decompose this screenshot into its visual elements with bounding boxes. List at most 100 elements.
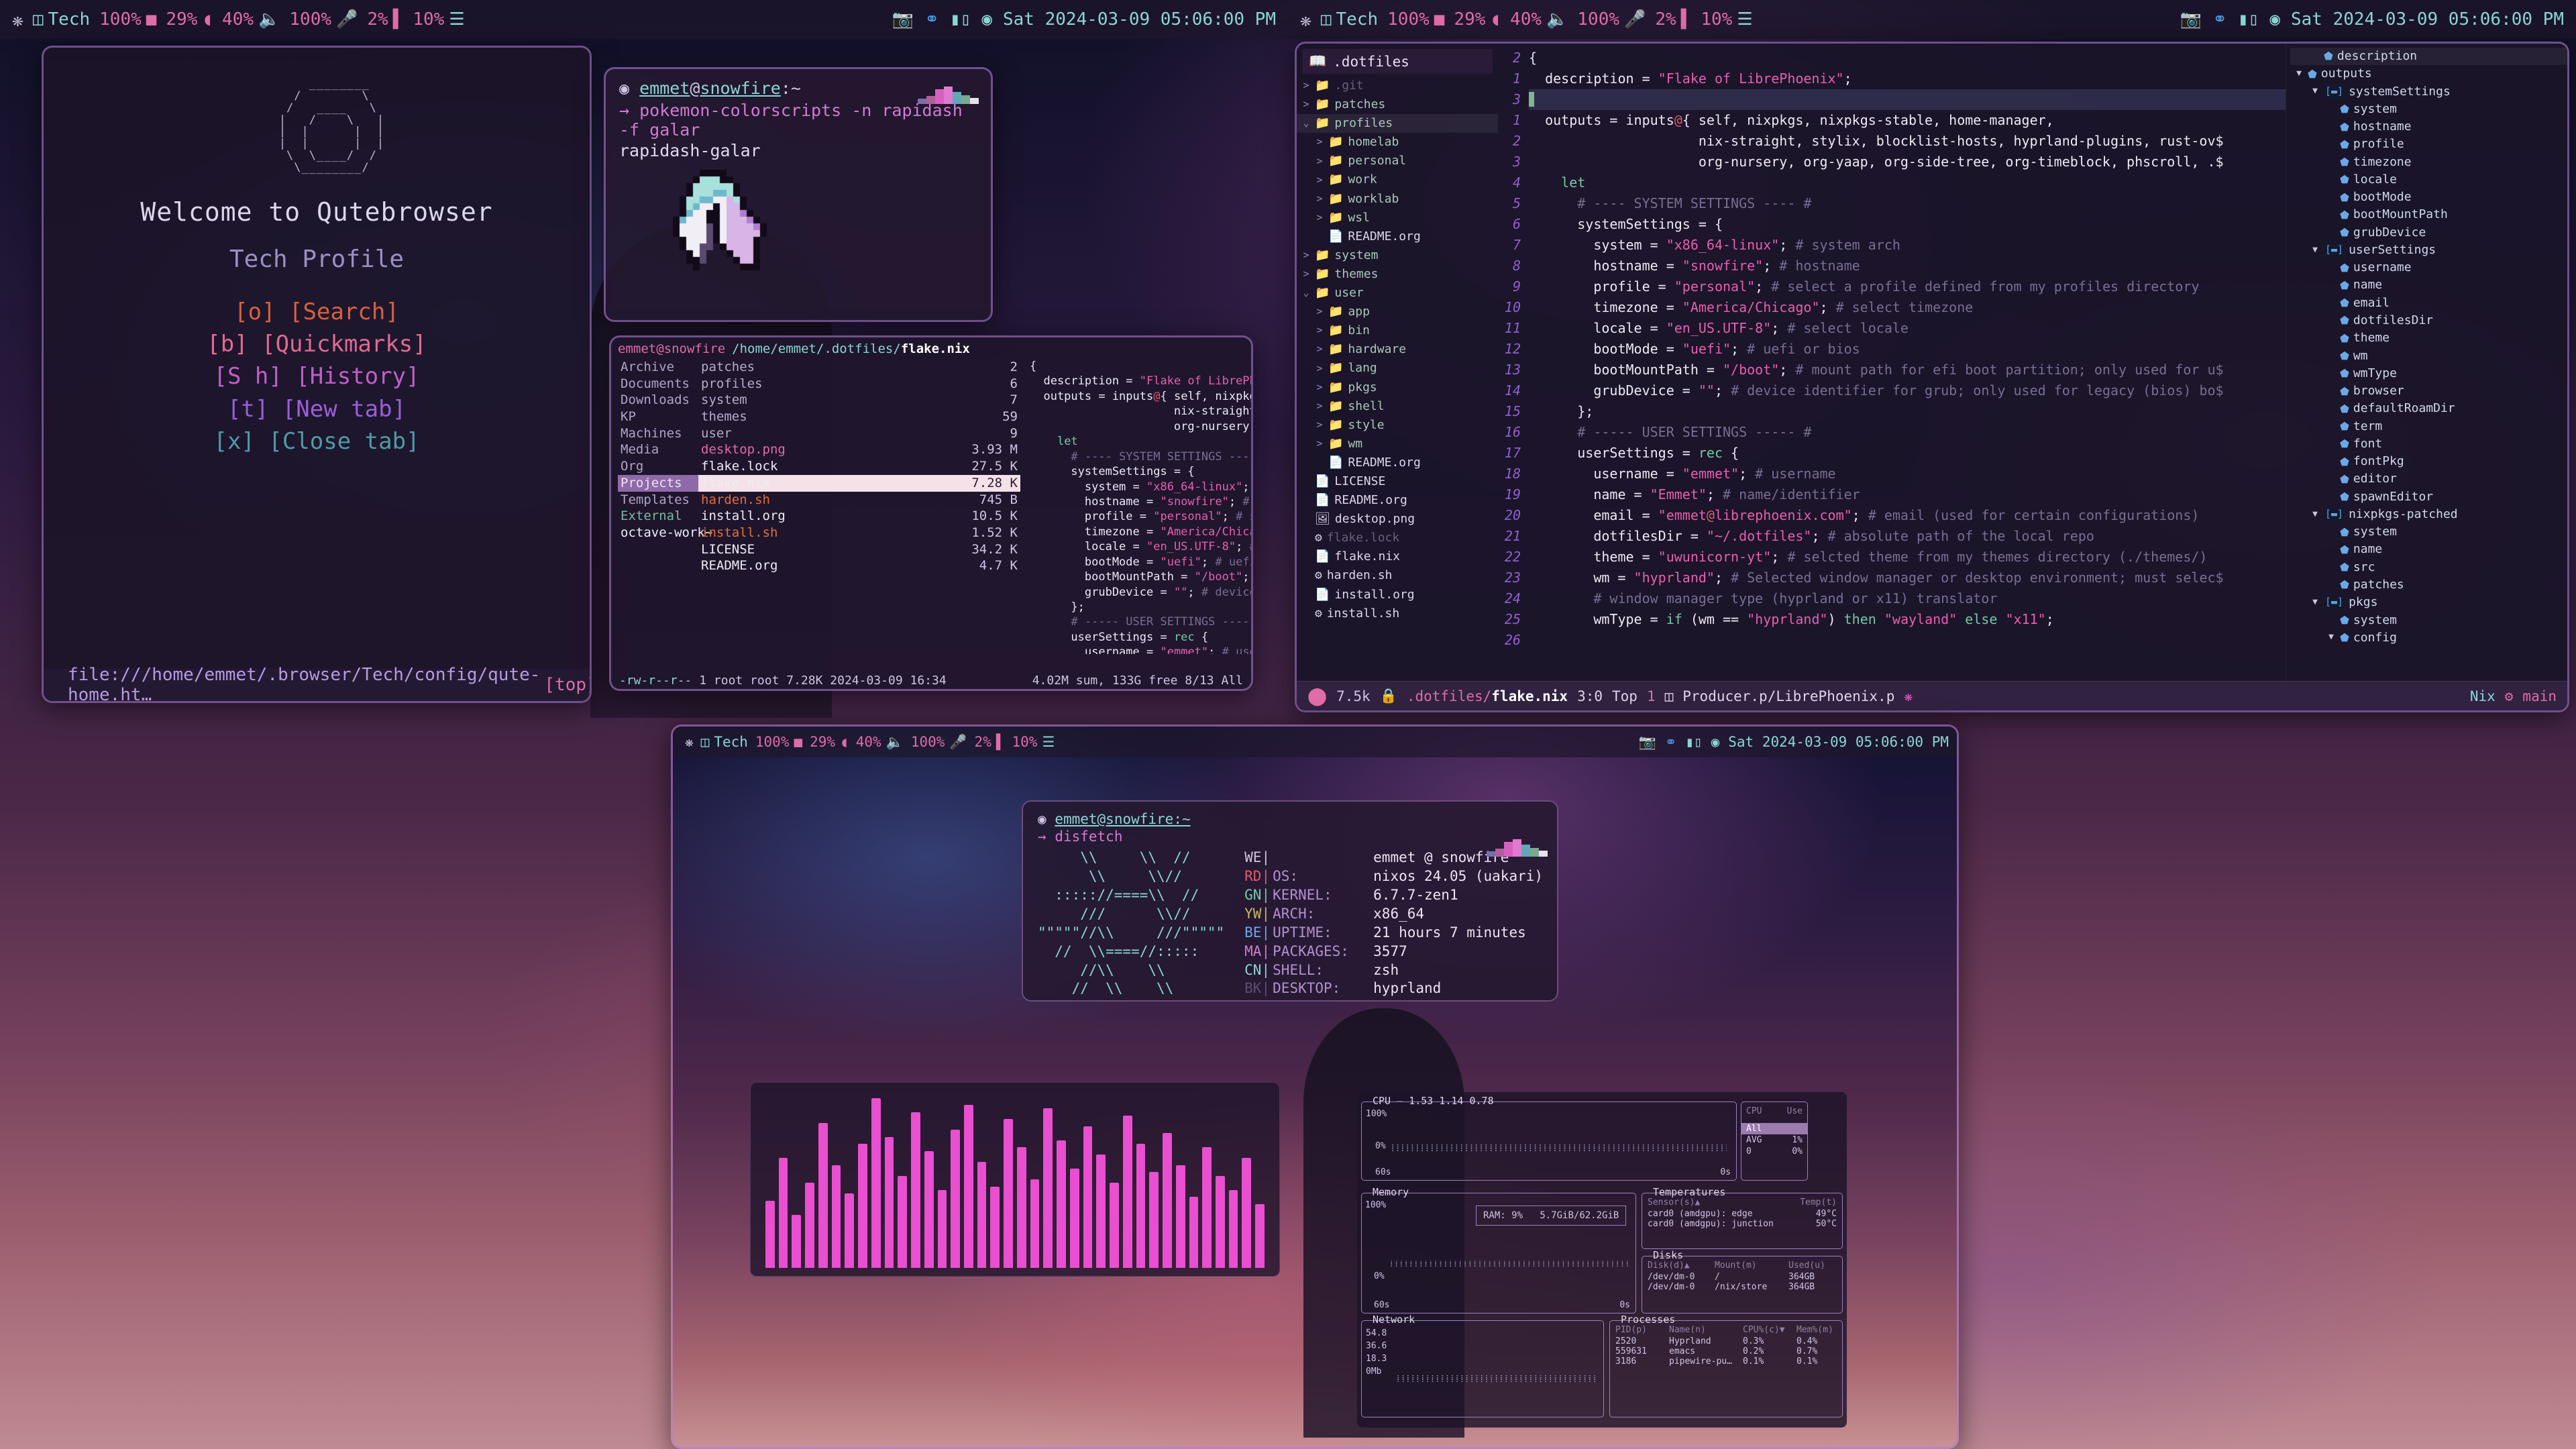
qutebrowser-window[interactable]: ________ / \ / ____ \ | / \ | | | | | | …: [42, 46, 592, 703]
ranger-parent-item[interactable]: Machines: [618, 425, 698, 442]
emacs-window[interactable]: 📖 .dotfiles > 📁 .git > 📁 patches ⌄ 📁 profiles > 📁 h…: [1295, 42, 2569, 712]
audio-icon-right[interactable]: ◉: [2269, 9, 2280, 30]
memory-indicator-right[interactable]: 10% ☰: [1701, 9, 1752, 30]
workspace-indicator-right[interactable]: ◫ Tech: [1321, 9, 1378, 30]
ranger-parent-item[interactable]: KP: [618, 409, 698, 425]
code-line[interactable]: {: [1529, 48, 2286, 68]
nix-snowflake-icon[interactable]: ❋: [12, 9, 23, 31]
btop-temperatures-panel[interactable]: Temperatures Sensor(s)▲ Temp(t) card0 (a…: [1642, 1186, 1843, 1249]
ranger-file-row[interactable]: harden.sh 745 B: [698, 492, 1020, 508]
treemacs-project-title[interactable]: 📖 .dotfiles: [1302, 49, 1493, 74]
treemacs-item[interactable]: > 📁 wm: [1297, 435, 1498, 453]
code-line[interactable]: name = "Emmet"; # name/identifier: [1529, 484, 2286, 505]
treemacs-item[interactable]: ⌄ 📁 profiles: [1297, 114, 1498, 133]
btop-temp-row[interactable]: card0 (amdgpu): edge 49°C: [1648, 1209, 1837, 1219]
network-signal-icon-right[interactable]: ▮▯: [2238, 9, 2259, 30]
ranger-file-row[interactable]: profiles 6: [698, 376, 1020, 392]
ranger-parent-column[interactable]: Archive Documents Downloads KP Machines Media…: [618, 359, 712, 654]
code-line[interactable]: username = "emmet"; # username: [1529, 464, 2286, 484]
ranger-parent-item[interactable]: External: [618, 508, 698, 525]
btop-disks-panel[interactable]: Disks Disk(d)▲ Mount(m) Used(u) /dev/dm-…: [1642, 1249, 1843, 1313]
mic-indicator-right[interactable]: 100% 🎤: [1577, 9, 1646, 30]
terminal-pokemon-window[interactable]: ◉ emmet@snowfire:~ → pokemon-colorscript…: [604, 67, 993, 322]
network-signal-icon-bottom[interactable]: ▮▯: [1685, 734, 1702, 750]
chevron-down-icon[interactable]: ▼: [2326, 631, 2336, 644]
code-line[interactable]: grubDevice = ""; # device identifier for…: [1529, 380, 2286, 401]
code-line[interactable]: email = "emmet@librephoenix.com"; # emai…: [1529, 505, 2286, 526]
imenu-item[interactable]: ⬟ hostname: [2290, 118, 2567, 136]
ranger-file-row[interactable]: flake.lock 27.5 K: [698, 458, 1020, 475]
nix-snowflake-icon-bottom[interactable]: ❋: [685, 734, 694, 750]
code-line[interactable]: dotfilesDir = "~/.dotfiles"; # absolute …: [1529, 526, 2286, 547]
quicklink-3[interactable]: [t] [New tab]: [207, 393, 427, 425]
imenu-item[interactable]: ⬟ name: [2290, 541, 2567, 558]
ranger-file-row[interactable]: patches 2: [698, 359, 1020, 376]
treemacs-item[interactable]: > 📁 homelab: [1297, 133, 1498, 152]
quicklink-4[interactable]: [x] [Close tab]: [207, 425, 427, 458]
btop-memory-panel[interactable]: Memory 100% 0% RAM: 9% 5.7GiB/62.2GiB ⡇⡇…: [1361, 1186, 1636, 1313]
imenu-item[interactable]: ⬟ profile: [2290, 136, 2567, 153]
ranger-parent-item[interactable]: Media: [618, 441, 698, 458]
chevron-right-icon[interactable]: >: [1316, 192, 1324, 207]
memory-indicator-bottom[interactable]: 10% ☰: [1012, 734, 1055, 750]
mic-indicator-bottom[interactable]: 100% 🎤: [911, 734, 967, 751]
emacs-treemacs-sidebar[interactable]: 📖 .dotfiles > 📁 .git > 📁 patches ⌄ 📁 profiles > 📁 h…: [1297, 44, 1498, 681]
cpu-indicator[interactable]: 2% ▌: [367, 9, 403, 30]
ranger-file-row[interactable]: LICENSE 34.2 K: [698, 541, 1020, 558]
code-line[interactable]: bootMountPath = "/boot"; # mount path fo…: [1529, 360, 2286, 380]
imenu-item[interactable]: ⬟ term: [2290, 418, 2567, 435]
quicklink-2[interactable]: [S h] [History]: [207, 360, 427, 392]
btop-network-panel[interactable]: Network 54.8 36.6 18.3 0Mb ⡇⡇⡇⡇⡇⡇⡇⡇⡇⡇⡇⡇⡇⡇⡇⡇…: [1361, 1313, 1604, 1417]
btop-processes-panel[interactable]: Processes PID(p) Name(n) CPU%(c)▼ Mem%(m…: [1609, 1313, 1843, 1417]
treemacs-item[interactable]: > 📁 worklab: [1297, 190, 1498, 209]
ranger-file-row[interactable]: README.org 4.7 K: [698, 557, 1020, 574]
imenu-item[interactable]: ⬟ system: [2290, 612, 2567, 629]
volume-indicator[interactable]: 40% 🔈: [222, 9, 280, 30]
btop-system-monitor[interactable]: CPU — 1.53 1.14 0.78 100% 0% ⡇⡇⡇⡇⡇⡇⡇⡇⡇⡇⡇…: [1357, 1092, 1847, 1428]
chevron-right-icon[interactable]: >: [1316, 342, 1324, 357]
chevron-right-icon[interactable]: >: [1302, 267, 1310, 282]
code-line[interactable]: description = "Flake of LibrePhoenix";: [1529, 68, 2286, 89]
chevron-right-icon[interactable]: >: [1316, 211, 1324, 225]
code-text[interactable]: { description = "Flake of LibrePhoenix";…: [1529, 48, 2286, 681]
volume-indicator-bottom[interactable]: 40% 🔈: [856, 734, 904, 751]
ranger-file-manager-window[interactable]: emmet@snowfire /home/emmet/.dotfiles/fla…: [609, 335, 1253, 691]
battery-indicator[interactable]: 100% ■: [99, 9, 156, 30]
imenu-item[interactable]: ⬟ locale: [2290, 171, 2567, 189]
code-line[interactable]: org-nursery, org-yaap, org-side-tree, or…: [1529, 152, 2286, 172]
chevron-right-icon[interactable]: >: [1316, 173, 1324, 188]
imenu-item[interactable]: ⬟ email: [2290, 294, 2567, 312]
chevron-right-icon[interactable]: >: [1316, 362, 1324, 376]
chevron-right-icon[interactable]: >: [1316, 323, 1324, 338]
imenu-item[interactable]: ⬟ bootMountPath: [2290, 206, 2567, 223]
treemacs-item[interactable]: ⌄ 📁 user: [1297, 284, 1498, 303]
imenu-item[interactable]: ⬟ dotfilesDir: [2290, 312, 2567, 329]
btop-cpu-row[interactable]: 0 0%: [1741, 1146, 1807, 1157]
brightness-indicator-bottom[interactable]: 29% ◖: [810, 734, 849, 750]
code-line[interactable]: nix-straight, stylix, blocklist-hosts, h…: [1529, 131, 2286, 152]
treemacs-item[interactable]: > 📁 wsl: [1297, 209, 1498, 227]
ranger-parent-item[interactable]: Downloads: [618, 392, 698, 409]
code-line[interactable]: hostname = "snowfire"; # hostname: [1529, 256, 2286, 276]
code-line[interactable]: userSettings = rec {: [1529, 443, 2286, 464]
code-line[interactable]: # ---- SYSTEM SETTINGS ---- #: [1529, 193, 2286, 214]
treemacs-item[interactable]: > 📁 system: [1297, 246, 1498, 265]
ranger-parent-item[interactable]: Templates: [618, 492, 698, 508]
ranger-current-column[interactable]: patches 2 profiles 6 system 7 themes 59 user 9 des…: [698, 359, 1020, 654]
imenu-item[interactable]: ▼ [▬] pkgs: [2290, 594, 2567, 611]
ranger-parent-item[interactable]: Projects: [618, 474, 698, 492]
treemacs-item[interactable]: > 📁 patches: [1297, 95, 1498, 114]
audio-icon-bottom[interactable]: ◉: [1711, 734, 1720, 750]
imenu-item[interactable]: ⬟ patches: [2290, 576, 2567, 594]
volume-indicator-right[interactable]: 40% 🔈: [1510, 9, 1568, 30]
imenu-item[interactable]: ▼ ⬟ config: [2290, 629, 2567, 647]
treemacs-item[interactable]: 📄 install.org: [1297, 586, 1498, 604]
bluetooth-icon[interactable]: ⚭: [924, 9, 939, 30]
imenu-item[interactable]: ⬟ wm: [2290, 347, 2567, 365]
treemacs-item[interactable]: > 📁 .git: [1297, 76, 1498, 95]
ranger-parent-item[interactable]: Org: [618, 458, 698, 475]
chevron-right-icon[interactable]: >: [1302, 248, 1310, 263]
code-line[interactable]: profile = "personal"; # select a profile…: [1529, 276, 2286, 297]
nix-snowflake-icon-right[interactable]: ❋: [1300, 9, 1311, 31]
chevron-down-icon[interactable]: ▼: [2310, 596, 2320, 609]
